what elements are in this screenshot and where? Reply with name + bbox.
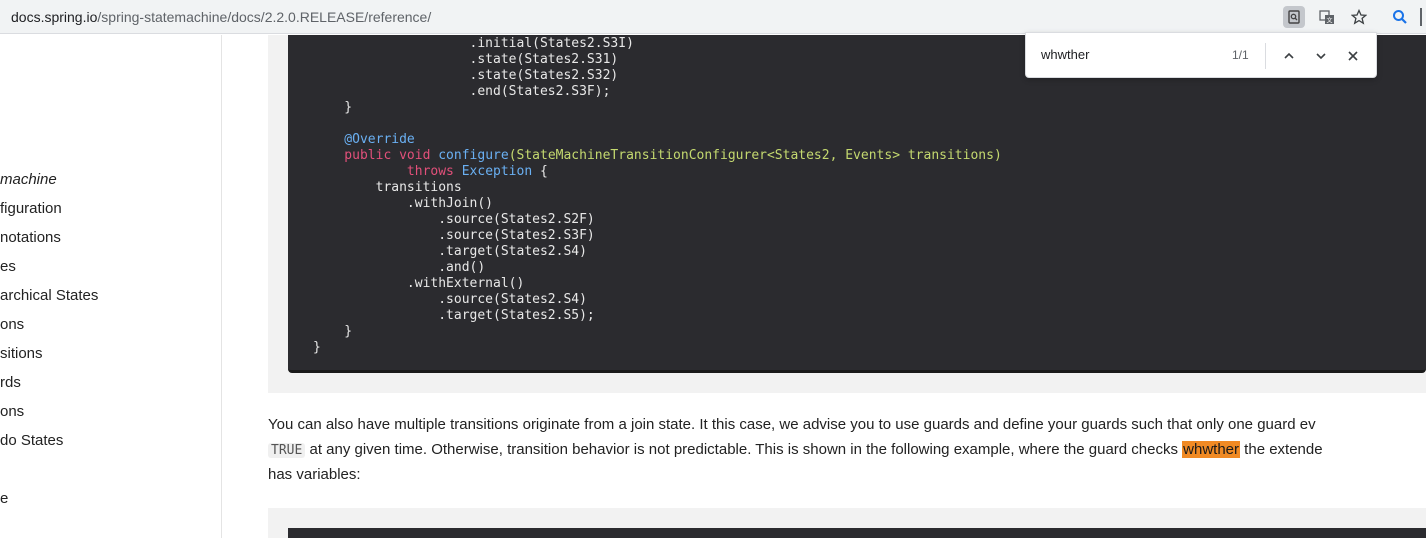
paragraph-text: at any given time. Otherwise, transition…	[305, 441, 1183, 458]
code-line: .and()	[313, 260, 486, 275]
search-extension-icon[interactable]	[1389, 6, 1411, 28]
browser-toolbar: docs.spring.io/spring-statemachine/docs/…	[0, 0, 1426, 34]
code-line: .initial(States2.S3I)	[313, 36, 634, 51]
code-line-throws: throws Exception {	[313, 164, 548, 179]
toc-sidebar: machine figuration notations es archical…	[0, 35, 222, 538]
address-bar[interactable]: docs.spring.io/spring-statemachine/docs/…	[11, 9, 431, 25]
code-line: .withExternal()	[313, 276, 525, 291]
code-line: .withJoin()	[313, 196, 494, 211]
toc-item-actions[interactable]: ons	[0, 403, 24, 420]
chevron-up-icon	[1284, 52, 1294, 59]
toc-item-configuration[interactable]: figuration	[0, 200, 62, 217]
code-line-annotation: @Override	[313, 132, 415, 147]
code-line: .end(States2.S3F);	[313, 84, 611, 99]
code-line: .source(States2.S3F)	[313, 228, 595, 243]
code-line: .state(States2.S32)	[313, 68, 619, 83]
toc-item-regions[interactable]: ons	[0, 316, 24, 333]
paragraph-line-3: has variables:	[268, 466, 361, 483]
toc-item-annotations[interactable]: notations	[0, 229, 61, 246]
find-close-button[interactable]	[1341, 44, 1365, 68]
find-previous-button[interactable]	[1277, 44, 1301, 68]
code-line: }	[313, 100, 353, 115]
toc-item-pseudo-states[interactable]: do States	[0, 432, 63, 449]
code-block: .initial(States2.S3I) .state(States2.S31…	[288, 35, 1426, 373]
toc-item-hierarchical-states[interactable]: archical States	[0, 287, 98, 304]
find-next-button[interactable]	[1309, 44, 1333, 68]
toc-item-statemachine[interactable]: machine	[0, 171, 57, 188]
code-line: transitions	[313, 180, 462, 195]
translate-icon[interactable]: 文	[1316, 6, 1338, 28]
next-code-block	[288, 528, 1426, 538]
url-path: /spring-statemachine/docs/2.2.0.RELEASE/…	[97, 9, 432, 25]
find-input[interactable]: whwther	[1041, 47, 1089, 62]
toc-item-truncated[interactable]: e	[0, 490, 8, 507]
paragraph-line-1: You can also have multiple transitions o…	[268, 416, 1316, 433]
find-in-page-icon[interactable]	[1283, 6, 1305, 28]
toolbar-divider	[1420, 8, 1422, 26]
find-bar: whwther 1/1	[1025, 32, 1377, 78]
svg-text:文: 文	[1326, 17, 1332, 25]
url-host: docs.spring.io	[11, 9, 98, 25]
code-line: .source(States2.S2F)	[313, 212, 595, 227]
paragraph-text: the extende	[1240, 441, 1323, 458]
bookmark-star-icon[interactable]	[1348, 6, 1370, 28]
paragraph-line-2: TRUE at any given time. Otherwise, trans…	[268, 441, 1323, 458]
code-line: .target(States2.S4)	[313, 244, 587, 259]
close-icon	[1348, 51, 1358, 61]
inline-code-true: TRUE	[268, 443, 306, 458]
code-line: }	[313, 340, 321, 355]
find-match-count: 1/1	[1232, 48, 1249, 62]
chevron-down-icon	[1316, 53, 1326, 60]
code-line-signature: public void configure(StateMachineTransi…	[313, 148, 1002, 163]
find-divider	[1265, 43, 1266, 69]
toc-item-transitions[interactable]: sitions	[0, 345, 43, 362]
code-line: }	[313, 324, 353, 339]
code-line: .source(States2.S4)	[313, 292, 587, 307]
code-line: .state(States2.S31)	[313, 52, 619, 67]
code-line: .target(States2.S5);	[313, 308, 595, 323]
toc-item-states[interactable]: es	[0, 258, 16, 275]
toc-item-guards[interactable]: rds	[0, 374, 21, 391]
find-match-highlight: whwther	[1182, 441, 1241, 458]
